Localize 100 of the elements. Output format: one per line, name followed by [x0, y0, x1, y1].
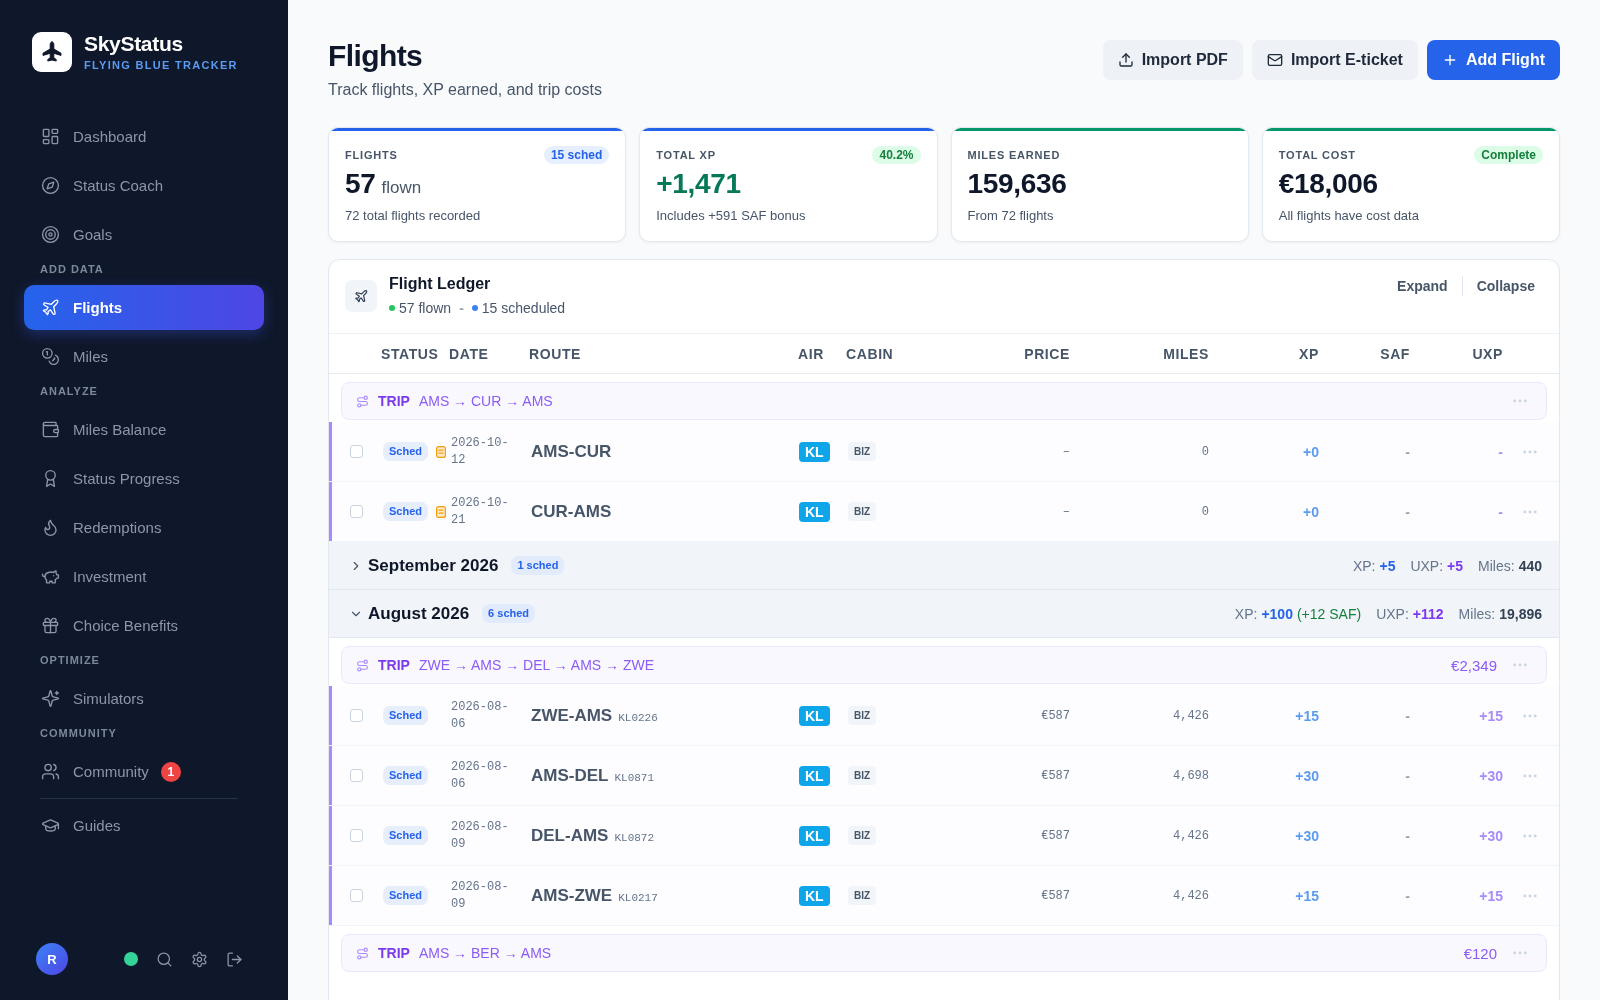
- stat-note: Includes +591 SAF bonus: [656, 207, 807, 225]
- settings-icon[interactable]: [191, 950, 208, 968]
- ledger-title: Flight Ledger: [389, 274, 492, 294]
- wallet-icon: [41, 420, 60, 439]
- stat-label: TOTAL XP: [656, 149, 716, 161]
- more-icon[interactable]: [1523, 449, 1537, 454]
- checkbox[interactable]: [350, 709, 363, 722]
- flight-route: ZWE-AMS: [531, 705, 613, 726]
- more-icon[interactable]: [1513, 399, 1527, 403]
- checkbox[interactable]: [350, 889, 363, 902]
- collapse-button[interactable]: Collapse: [1476, 276, 1535, 296]
- flight-xp: +0: [1303, 503, 1319, 520]
- nav-item[interactable]: Choice Benefits: [24, 603, 264, 648]
- expand-button[interactable]: Expand: [1397, 276, 1448, 296]
- checkbox[interactable]: [350, 769, 363, 782]
- summary-value: +5: [1447, 557, 1464, 574]
- checkbox[interactable]: [350, 505, 363, 518]
- flight-date: 2026-08-09: [451, 818, 510, 853]
- flight-saf: -: [1405, 443, 1410, 460]
- more-icon[interactable]: [1523, 773, 1537, 778]
- coins-icon: [41, 347, 60, 366]
- search-icon[interactable]: [156, 950, 173, 968]
- target-icon: [41, 225, 60, 244]
- nav-item[interactable]: Goals: [24, 212, 264, 257]
- trip-route: ZWE → AMS → DEL → AMS → ZWE: [418, 657, 655, 673]
- column-header: PRICE: [1024, 345, 1070, 362]
- brand-name: SkyStatus: [84, 32, 184, 56]
- flight-miles: 4,698: [1173, 768, 1209, 783]
- nav-item[interactable]: Redemptions: [24, 505, 264, 550]
- flight-xp: +15: [1295, 707, 1319, 724]
- stat-value: 159,636: [967, 169, 1067, 199]
- more-icon[interactable]: [1523, 833, 1537, 838]
- airline-badge: KL: [799, 885, 830, 906]
- flight-route: AMS-CUR: [531, 441, 612, 462]
- summary-value: +112: [1412, 605, 1444, 622]
- graduation-cap-icon: [41, 816, 60, 835]
- flight-uxp: +30: [1479, 827, 1503, 844]
- section-heading: ADD DATA: [39, 262, 105, 277]
- section-heading: ANALYZE: [39, 384, 99, 399]
- plane-logo-icon: [32, 32, 72, 72]
- airline-badge: KL: [799, 765, 830, 786]
- plane-icon: [345, 280, 377, 312]
- trip-label: TRIP: [378, 393, 410, 409]
- nav-item[interactable]: Miles Balance: [24, 407, 264, 452]
- status-badge: Sched: [383, 502, 428, 521]
- logout-icon[interactable]: [226, 950, 243, 968]
- airline-badge: KL: [799, 501, 830, 522]
- brand-tagline: FLYING BLUE TRACKER: [84, 58, 238, 72]
- more-icon[interactable]: [1513, 663, 1527, 667]
- nav-item[interactable]: Miles: [24, 334, 264, 379]
- gift-icon: [41, 616, 60, 635]
- status-badge: Sched: [383, 766, 428, 785]
- more-icon[interactable]: [1523, 893, 1537, 898]
- stat-badge: 40.2%: [872, 146, 921, 164]
- column-header: SAF: [1380, 345, 1410, 362]
- summary-label: Miles:: [1458, 605, 1496, 622]
- nav-item[interactable]: Investment: [24, 554, 264, 599]
- flight-route: CUR-AMS: [531, 501, 612, 522]
- more-icon[interactable]: [1523, 713, 1537, 718]
- flight-miles: 4,426: [1173, 828, 1209, 843]
- grid-icon: [41, 127, 60, 146]
- trip-price: €2,349: [1451, 656, 1497, 674]
- summary-value: 440: [1518, 557, 1542, 574]
- nav-item[interactable]: Simulators: [24, 676, 264, 721]
- nav-item[interactable]: Status Coach: [24, 163, 264, 208]
- section-heading: COMMUNITY: [39, 726, 118, 741]
- nav-item[interactable]: Flights: [24, 285, 264, 330]
- trip-route: AMS → CUR → AMS: [418, 393, 553, 409]
- summary-value: +100: [1261, 605, 1293, 622]
- flight-xp: +30: [1295, 827, 1319, 844]
- flight-date: 2026-08-06: [451, 758, 510, 793]
- nav-item[interactable]: Community 1: [24, 749, 264, 794]
- flight-route: AMS-DEL: [531, 765, 609, 786]
- cabin-badge: BIZ: [848, 442, 877, 461]
- count-label: 15 scheduled: [481, 299, 566, 318]
- flight-saf: -: [1405, 767, 1410, 784]
- flight-miles: 0: [1201, 504, 1209, 519]
- more-icon[interactable]: [1513, 951, 1527, 955]
- stat-note: From 72 flights: [967, 207, 1055, 225]
- flight-number: KL0872: [614, 831, 655, 844]
- checkbox[interactable]: [350, 829, 363, 842]
- stat-value: 57: [345, 169, 376, 199]
- nav-item[interactable]: Dashboard: [24, 114, 264, 159]
- nav-item[interactable]: Status Progress: [24, 456, 264, 501]
- more-icon[interactable]: [1523, 509, 1537, 514]
- flame-icon: [41, 518, 60, 537]
- checkbox[interactable]: [350, 445, 363, 458]
- flight-miles: 4,426: [1173, 888, 1209, 903]
- avatar[interactable]: R: [36, 943, 68, 975]
- nav-item[interactable]: Guides: [24, 803, 264, 848]
- import-eticket-button[interactable]: Import E-ticket: [1251, 40, 1418, 80]
- notification-badge: 1: [160, 761, 181, 782]
- flight-saf: -: [1405, 827, 1410, 844]
- add-flight-button[interactable]: Add Flight: [1426, 40, 1560, 80]
- airline-badge: KL: [799, 441, 830, 462]
- import-pdf-button[interactable]: Import PDF: [1102, 40, 1243, 80]
- stat-value: +1,471: [656, 169, 741, 199]
- flight-xp: +0: [1303, 443, 1319, 460]
- cabin-badge: BIZ: [848, 826, 877, 845]
- status-badge: Sched: [383, 886, 428, 905]
